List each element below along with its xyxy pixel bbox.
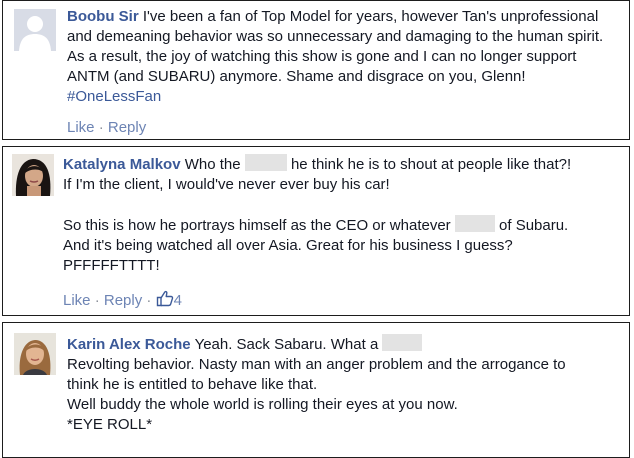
comment-content: Katalyna Malkov Who the he think he is t… xyxy=(63,154,621,276)
comment-body-line: Who the xyxy=(184,156,241,173)
comment-body-line: of Subaru. xyxy=(499,217,569,234)
reply-link[interactable]: Reply xyxy=(104,292,142,309)
comment-card: Boobu Sir I've been a fan of Top Model f… xyxy=(2,0,630,140)
comment-body-line: Yeah. Sack Sabaru. What a xyxy=(194,336,379,353)
comment-body-line: *EYE ROLL* xyxy=(67,416,153,433)
action-separator: · xyxy=(98,119,104,136)
comment-body-line: If I'm the client, I would've never ever… xyxy=(63,176,390,193)
comment-body-line: So this is how he portrays himself as th… xyxy=(63,217,451,234)
comment-body-line: And it's being watched all over Asia. Gr… xyxy=(63,237,513,254)
comment-body-line: PFFFFFTTTT! xyxy=(63,257,160,274)
like-count-value: 4 xyxy=(173,292,182,309)
comment-author[interactable]: Boobu Sir xyxy=(67,8,139,25)
comment-body-line: Well buddy the whole world is rolling th… xyxy=(67,396,458,413)
comment-body-line: Revolting behavior. Nasty man with an an… xyxy=(67,356,566,373)
comment-text: Katalyna Malkov Who the he think he is t… xyxy=(63,154,621,276)
comment-actions: Like · Reply xyxy=(67,119,146,136)
avatar-photo-icon xyxy=(14,333,56,375)
redaction-block xyxy=(244,154,287,171)
like-count[interactable]: 4 xyxy=(156,290,182,309)
user-avatar[interactable] xyxy=(12,154,54,196)
like-link[interactable]: Like xyxy=(63,292,91,309)
avatar-photo-icon xyxy=(12,154,54,196)
default-avatar-icon[interactable] xyxy=(14,9,56,51)
comment-text: Boobu Sir I've been a fan of Top Model f… xyxy=(67,7,621,107)
comment-content: Karin Alex Roche Yeah. Sack Sabaru. What… xyxy=(67,334,621,435)
comment-card: Katalyna Malkov Who the he think he is t… xyxy=(2,146,630,316)
comment-body: I've been a fan of Top Model for years, … xyxy=(67,8,604,85)
hashtag-link[interactable]: #OneLessFan xyxy=(67,88,161,105)
comment-author[interactable]: Katalyna Malkov xyxy=(63,156,181,173)
redaction-block xyxy=(454,215,495,232)
action-separator: · xyxy=(146,292,152,309)
thumbs-up-icon xyxy=(156,290,173,307)
comment-actions: Like · Reply · 4 xyxy=(63,290,182,309)
action-separator: · xyxy=(94,292,100,309)
comment-content: Boobu Sir I've been a fan of Top Model f… xyxy=(67,7,621,107)
comment-text: Karin Alex Roche Yeah. Sack Sabaru. What… xyxy=(67,334,621,435)
comment-card: Karin Alex Roche Yeah. Sack Sabaru. What… xyxy=(2,322,630,458)
like-link[interactable]: Like xyxy=(67,119,95,136)
reply-link[interactable]: Reply xyxy=(108,119,146,136)
comment-body-line: think he is entitled to behave like that… xyxy=(67,376,318,393)
user-avatar[interactable] xyxy=(14,333,56,375)
comment-body-line: he think he is to shout at people like t… xyxy=(290,156,572,173)
redaction-block xyxy=(382,334,423,351)
comment-author[interactable]: Karin Alex Roche xyxy=(67,336,191,353)
